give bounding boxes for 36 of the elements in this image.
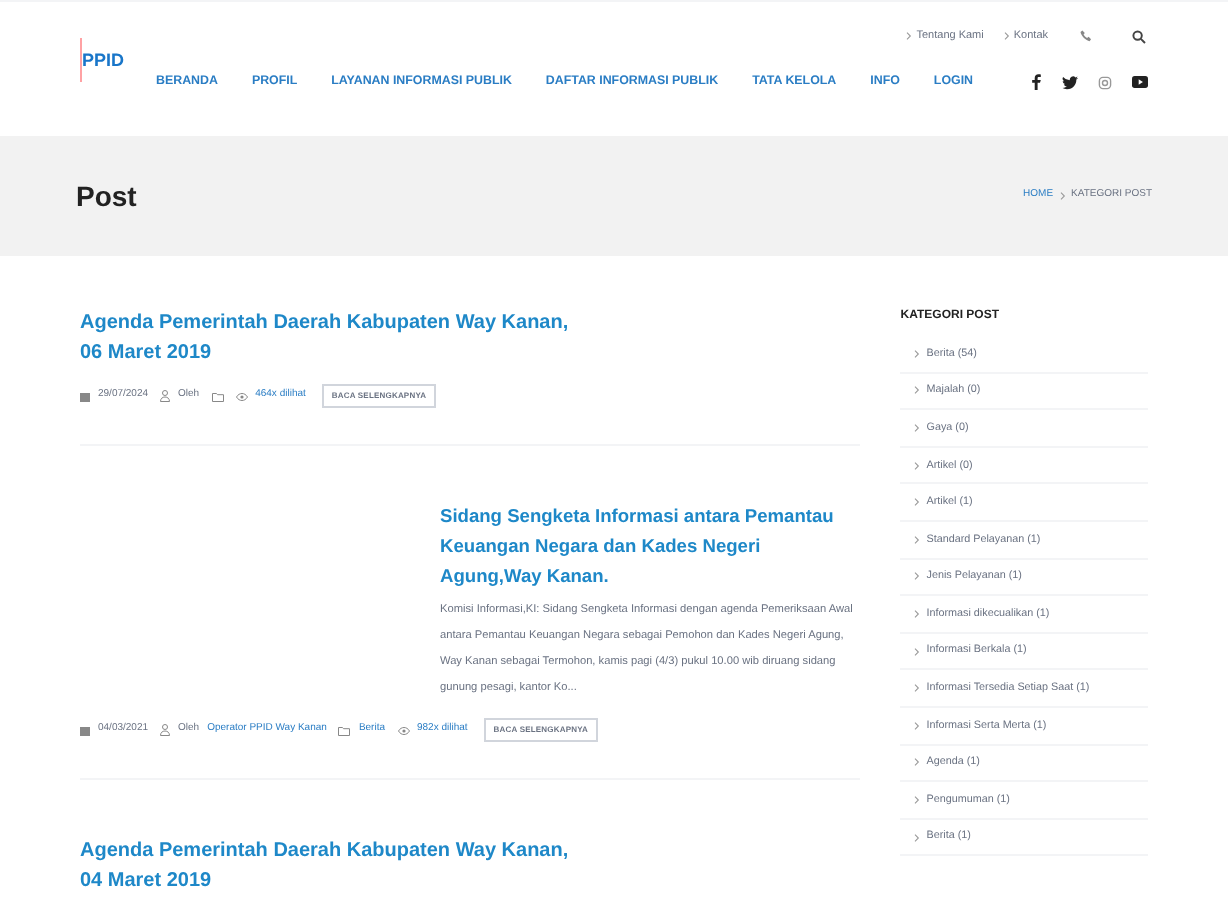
user-icon <box>160 724 171 736</box>
post-title[interactable]: Sidang Sengketa Informasi antara Pemantau Keuangan Negara dan Kades Negeri Agung,Way Kanan. <box>440 502 861 592</box>
play-icon[interactable] <box>1132 76 1148 88</box>
post-title[interactable]: Agenda Pemerintah Daerah Kabupaten Way Kanan, 06 Maret 2019 <box>80 308 580 368</box>
chevron-icon <box>914 758 921 767</box>
camera-icon[interactable] <box>1098 75 1112 89</box>
eye-icon <box>397 725 409 735</box>
chevron-icon <box>914 684 921 693</box>
chevron-icon <box>914 423 921 432</box>
chevron-icon <box>906 32 913 40</box>
chevron-icon <box>914 461 921 470</box>
chevron-icon <box>914 795 921 804</box>
chevron-icon <box>914 386 921 395</box>
calendar-icon <box>80 725 90 735</box>
chevron-icon <box>914 833 921 842</box>
chevron-icon <box>914 647 921 656</box>
facebook-icon[interactable] <box>1030 74 1042 90</box>
logo[interactable]: PPID <box>80 38 136 82</box>
chevron-icon <box>914 721 921 730</box>
page-title: Post <box>76 177 137 215</box>
chevron-icon <box>914 535 921 544</box>
chevron-icon <box>914 609 921 618</box>
chevron-icon <box>914 498 921 507</box>
bird-icon[interactable] <box>1062 75 1078 89</box>
chevron-icon <box>1059 192 1066 200</box>
folder-icon <box>338 725 351 735</box>
post-title[interactable]: Agenda Pemerintah Daerah Kabupaten Way Kanan, 04 Maret 2019 <box>80 836 580 896</box>
phone-icon[interactable] <box>1080 30 1092 42</box>
folder-icon <box>211 391 224 401</box>
calendar-icon <box>80 391 90 401</box>
chevron-icon <box>914 572 921 581</box>
search-icon[interactable] <box>1132 29 1146 43</box>
chevron-icon <box>1003 32 1010 40</box>
user-icon <box>160 390 171 402</box>
chevron-icon <box>914 349 921 358</box>
eye-icon <box>235 391 248 401</box>
